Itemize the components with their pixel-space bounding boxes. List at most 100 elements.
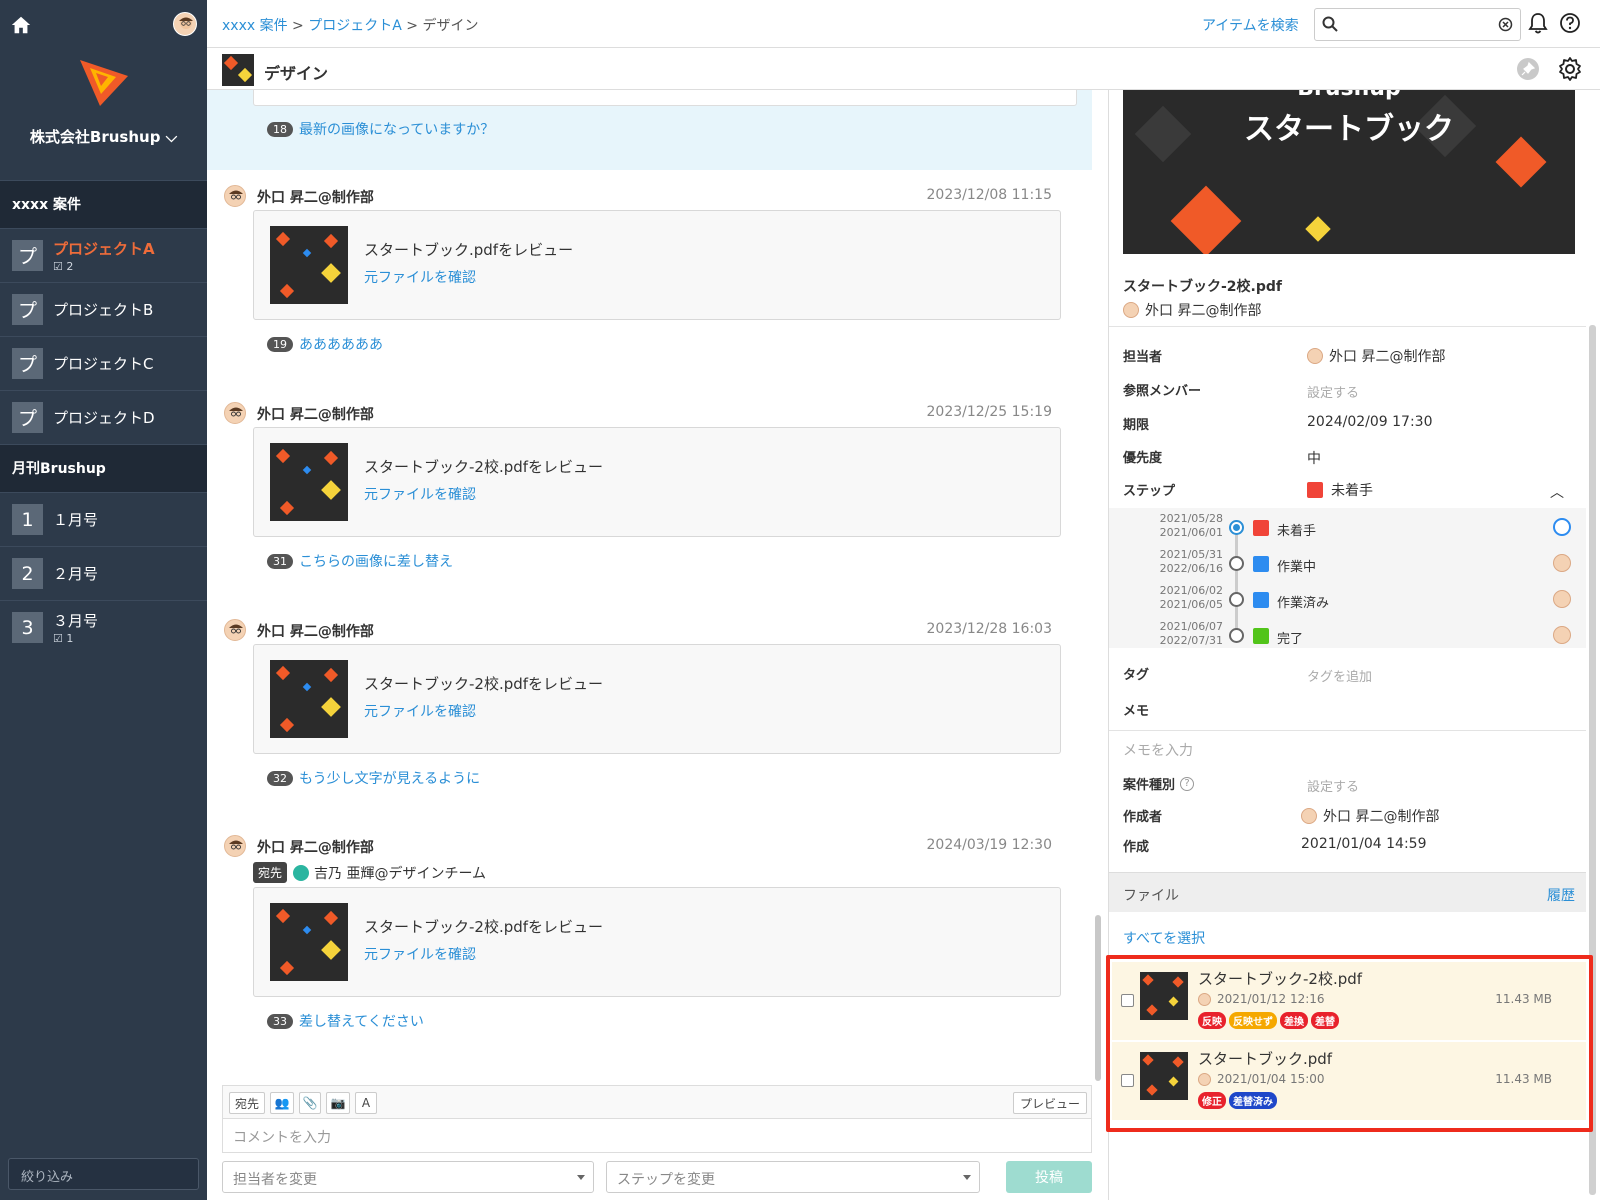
sidebar-item-text: １月号 bbox=[53, 509, 98, 530]
breadcrumb-current: デザイン bbox=[422, 18, 479, 34]
sidebar-item-badge: 2 bbox=[12, 558, 43, 589]
sidebar-item[interactable]: ププロジェクトD bbox=[0, 390, 207, 444]
sidebar-section-title[interactable]: 月刊Brushup bbox=[0, 444, 207, 492]
step-select[interactable]: ステップを変更 bbox=[606, 1161, 980, 1193]
step-start-date: 2021/05/28 bbox=[1159, 512, 1223, 525]
avatar[interactable] bbox=[224, 835, 246, 857]
filter-input[interactable]: 絞り込み bbox=[8, 1158, 199, 1190]
step-start-date: 2021/06/02 bbox=[1159, 584, 1223, 597]
mention-button[interactable]: 👥 bbox=[270, 1092, 294, 1114]
chevron-up-icon[interactable]: ︿ bbox=[1550, 482, 1564, 502]
font-button[interactable]: A bbox=[355, 1092, 377, 1114]
sidebar-header: 株式会社Brushup ⌵ bbox=[0, 0, 207, 180]
open-original-link[interactable]: 元ファイルを確認 bbox=[364, 484, 476, 504]
breadcrumb-link-case[interactable]: xxxx 案件 bbox=[222, 18, 288, 34]
creator-name: 外口 昇二@制作部 bbox=[1323, 809, 1440, 825]
comment-link[interactable]: 19 ああああああ bbox=[267, 334, 383, 354]
post-text: スタートブック-2校.pdfをレビュー bbox=[364, 458, 604, 476]
clear-icon[interactable] bbox=[1498, 17, 1513, 32]
comment-link[interactable]: 18 最新の画像になっていますか？ bbox=[267, 119, 494, 139]
step-row[interactable]: 2021/05/31 2022/06/16 作業中 bbox=[1109, 546, 1586, 582]
due-label: 期限 bbox=[1123, 418, 1150, 433]
bell-icon[interactable] bbox=[1527, 12, 1549, 34]
company-switcher[interactable]: 株式会社Brushup ⌵ bbox=[0, 126, 207, 147]
sidebar-section-title[interactable]: xxxx 案件 bbox=[0, 180, 207, 228]
open-original-link[interactable]: 元ファイルを確認 bbox=[364, 944, 476, 964]
avatar[interactable] bbox=[173, 12, 197, 36]
pin-icon[interactable] bbox=[1517, 58, 1539, 80]
step-row[interactable]: 2021/06/02 2021/06/05 作業済み bbox=[1109, 582, 1586, 618]
step-name: 作業済み bbox=[1277, 596, 1330, 611]
sidebar-item[interactable]: ププロジェクトC bbox=[0, 336, 207, 390]
step-start-date: 2021/06/07 bbox=[1159, 620, 1223, 633]
sidebar-item-label: プロジェクトC bbox=[53, 355, 154, 373]
kind-value[interactable]: 設定する bbox=[1307, 776, 1359, 795]
search-input[interactable] bbox=[1343, 13, 1493, 37]
file-thumbnail[interactable] bbox=[270, 443, 348, 521]
sidebar-item-badge: プ bbox=[12, 402, 43, 433]
search-items-link[interactable]: アイテムを検索 bbox=[1202, 15, 1299, 35]
step-radio[interactable] bbox=[1229, 520, 1244, 535]
preview-button[interactable]: プレビュー bbox=[1013, 1092, 1087, 1114]
file-preview[interactable]: Brushup スタートブック bbox=[1123, 90, 1575, 254]
file-thumbnail[interactable] bbox=[270, 226, 348, 304]
open-original-link[interactable]: 元ファイルを確認 bbox=[364, 701, 476, 721]
post-text: スタートブック.pdfをレビュー bbox=[364, 241, 574, 259]
open-original-link[interactable]: 元ファイルを確認 bbox=[364, 267, 476, 287]
question-icon[interactable]: ? bbox=[1180, 776, 1195, 791]
highlighted-comment: 18 最新の画像になっていますか？ bbox=[207, 90, 1092, 170]
step-row[interactable]: 2021/06/07 2022/07/31 完了 bbox=[1109, 618, 1586, 654]
comment-link[interactable]: 33 差し替えてください bbox=[267, 1011, 424, 1031]
sidebar-item[interactable]: 3 ３月号 ☑ 1 bbox=[0, 600, 207, 654]
post-time: 2023/12/08 11:15 bbox=[926, 187, 1053, 203]
camera-button[interactable]: 📷 bbox=[326, 1092, 350, 1114]
sidebar-item[interactable]: 2 ２月号 bbox=[0, 546, 207, 600]
step-name: 作業中 bbox=[1277, 560, 1317, 575]
sidebar-item[interactable]: ププロジェクトB bbox=[0, 282, 207, 336]
due-value[interactable]: 2024/02/09 17:30 bbox=[1307, 414, 1433, 430]
select-all-link[interactable]: すべてを選択 bbox=[1123, 928, 1205, 948]
comment-link[interactable]: 31 こちらの画像に差し替え bbox=[267, 551, 453, 571]
memo-input[interactable]: メモを入力 bbox=[1123, 740, 1193, 760]
comment-number: 18 bbox=[267, 121, 293, 137]
comment-link[interactable]: 32 もう少し文字が見えるように bbox=[267, 768, 480, 788]
step-color bbox=[1307, 482, 1323, 498]
home-icon[interactable] bbox=[10, 14, 32, 36]
memo-label: メモ bbox=[1123, 704, 1150, 719]
step-value[interactable]: 未着手 bbox=[1307, 480, 1373, 500]
gear-icon[interactable] bbox=[1557, 56, 1583, 82]
comment-input[interactable]: コメントを入力 bbox=[222, 1119, 1092, 1153]
step-radio[interactable] bbox=[1229, 628, 1244, 643]
step-radio[interactable] bbox=[1229, 556, 1244, 571]
thumb-shape bbox=[323, 910, 339, 926]
avatar[interactable] bbox=[224, 185, 246, 207]
step-radio[interactable] bbox=[1229, 592, 1244, 607]
post-button[interactable]: 投稿 bbox=[1006, 1161, 1092, 1193]
assignee-select[interactable]: 担当者を変更 bbox=[222, 1161, 594, 1193]
post: 外口 昇二@制作部 2023/12/28 16:03 スタートブック-2校.pd… bbox=[207, 619, 1092, 792]
step-row[interactable]: 2021/05/28 2021/06/01 未着手 bbox=[1109, 510, 1586, 546]
help-icon[interactable] bbox=[1559, 12, 1581, 34]
thumb-shape bbox=[323, 667, 339, 683]
file-thumbnail[interactable] bbox=[270, 660, 348, 738]
avatar bbox=[1553, 626, 1571, 644]
history-link[interactable]: 履歴 bbox=[1547, 885, 1575, 905]
sidebar-item[interactable]: ププロジェクトA ☑ 2 bbox=[0, 228, 207, 282]
to-button[interactable]: 宛先 bbox=[229, 1092, 265, 1114]
priority-value[interactable]: 中 bbox=[1307, 448, 1321, 468]
file-owner: 外口 昇二@制作部 bbox=[1123, 300, 1261, 320]
avatar[interactable] bbox=[224, 402, 246, 424]
step-label: ステップ bbox=[1123, 484, 1176, 499]
file-thumbnail[interactable] bbox=[270, 903, 348, 981]
attach-button[interactable]: 📎 bbox=[299, 1092, 321, 1114]
post-card: スタートブック-2校.pdfをレビュー 元ファイルを確認 bbox=[253, 887, 1061, 997]
avatar[interactable] bbox=[224, 619, 246, 641]
post: 外口 昇二@制作部 2024/03/19 12:30 宛先 吉乃 亜輝@デザインチ… bbox=[207, 835, 1092, 1035]
breadcrumb-link-project[interactable]: プロジェクトA bbox=[308, 18, 402, 34]
sidebar-item[interactable]: 1 １月号 bbox=[0, 492, 207, 546]
add-tag-link[interactable]: タグを追加 bbox=[1307, 666, 1372, 685]
assignee-value[interactable]: 外口 昇二@制作部 bbox=[1307, 346, 1445, 366]
thumb-shape bbox=[302, 465, 312, 475]
feed-scrollbar[interactable] bbox=[1095, 915, 1101, 1081]
members-value[interactable]: 設定する bbox=[1307, 382, 1359, 401]
